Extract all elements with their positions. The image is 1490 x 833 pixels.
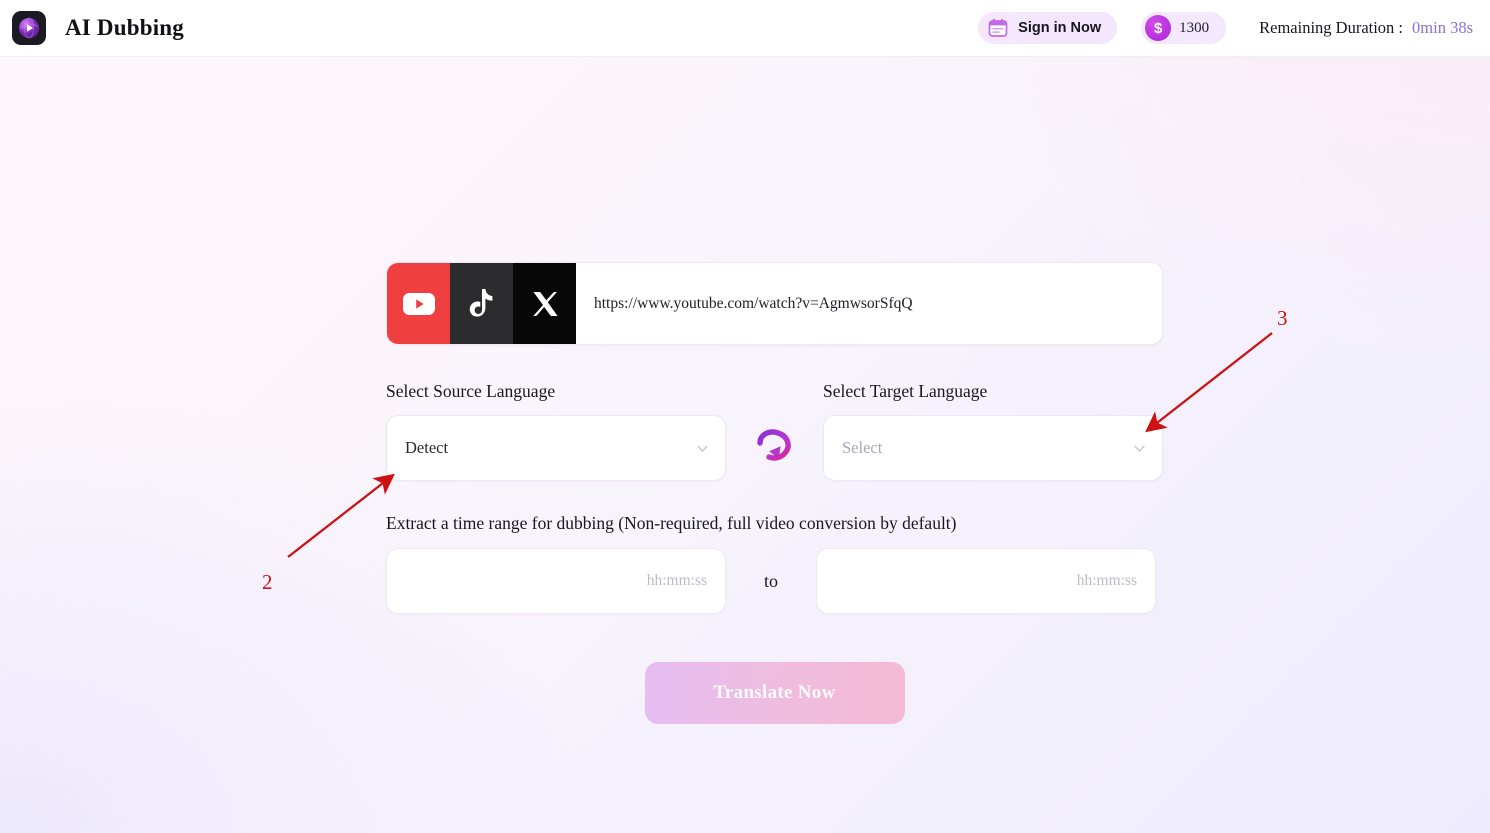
- translate-now-button[interactable]: Translate Now: [644, 662, 905, 724]
- platform-tile-youtube[interactable]: [387, 263, 450, 344]
- remaining-duration-value: 0min 38s: [1412, 18, 1473, 37]
- tiktok-icon: [469, 289, 493, 317]
- brand: AI Dubbing: [12, 11, 184, 45]
- target-language-select[interactable]: Select: [823, 415, 1163, 481]
- swap-languages-button[interactable]: [726, 426, 823, 470]
- language-selectors: Detect Select: [386, 415, 1163, 481]
- video-url-row: [386, 262, 1163, 345]
- annotation-number-2: 2: [262, 570, 273, 594]
- x-twitter-icon: [532, 291, 557, 316]
- source-language-select[interactable]: Detect: [386, 415, 726, 481]
- time-range-separator: to: [763, 570, 778, 591]
- language-labels: Select Source Language Select Target Lan…: [386, 381, 1163, 402]
- credits-value: 1300: [1179, 19, 1210, 36]
- platform-tile-tiktok[interactable]: [450, 263, 513, 344]
- calendar-icon: [988, 18, 1008, 37]
- time-range-row: to: [386, 548, 1163, 614]
- coin-symbol: $: [1153, 19, 1163, 37]
- time-range-start-input[interactable]: [405, 572, 707, 590]
- remaining-duration: Remaining Duration : 0min 38s: [1259, 18, 1478, 38]
- credits-badge[interactable]: $ 1300: [1141, 12, 1227, 44]
- annotation-arrow-2: [287, 473, 395, 558]
- chevron-down-icon: [1134, 445, 1145, 452]
- sign-in-label: Sign in Now: [1018, 20, 1102, 36]
- brand-name: AI Dubbing: [65, 15, 184, 40]
- globe-play-logo-icon: [12, 11, 46, 45]
- coin-dollar-icon: $: [1145, 15, 1172, 41]
- youtube-icon: [402, 292, 435, 315]
- annotation-arrow-3: [1145, 332, 1273, 433]
- target-language-label: Select Target Language: [823, 381, 988, 401]
- app-header: AI Dubbing Sign in Now $ 1300 Remaining …: [0, 0, 1490, 57]
- remaining-duration-label: Remaining Duration :: [1259, 18, 1404, 37]
- time-range-start-box[interactable]: [386, 548, 726, 614]
- platform-tile-x[interactable]: [513, 263, 576, 344]
- time-range-end-input[interactable]: [835, 572, 1137, 590]
- chevron-down-icon: [697, 445, 708, 452]
- annotation-number-3: 3: [1277, 306, 1288, 330]
- header-actions: Sign in Now $ 1300 Remaining Duration : …: [978, 12, 1478, 44]
- time-range-end-box[interactable]: [816, 548, 1156, 614]
- dubbing-form: Select Source Language Select Target Lan…: [386, 262, 1163, 724]
- sign-in-button[interactable]: Sign in Now: [978, 12, 1118, 44]
- source-language-label: Select Source Language: [386, 381, 556, 401]
- target-language-value: Select: [842, 438, 883, 457]
- time-range-caption: Extract a time range for dubbing (Non-re…: [386, 513, 957, 533]
- swap-arrow-icon: [756, 429, 791, 461]
- video-url-input[interactable]: [576, 263, 1162, 344]
- submit-row: Translate Now: [386, 662, 1163, 724]
- source-language-value: Detect: [405, 438, 449, 457]
